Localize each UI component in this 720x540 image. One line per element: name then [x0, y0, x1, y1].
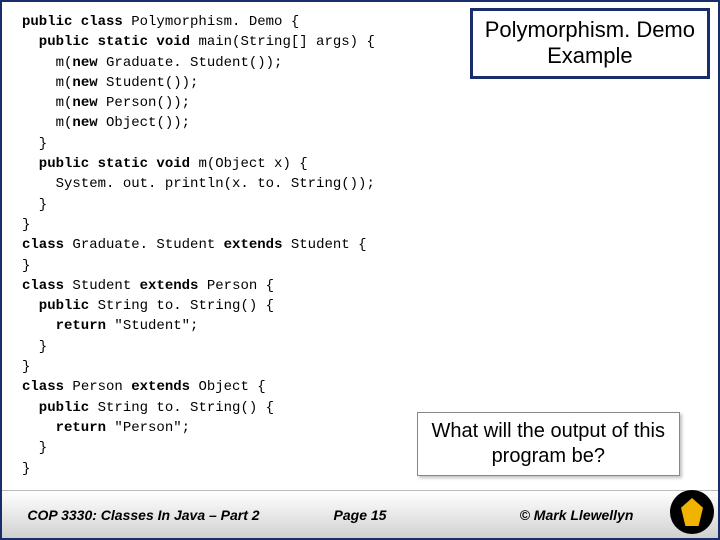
pegasus-icon	[681, 498, 703, 526]
question-box: What will the output of this program be?	[417, 412, 680, 476]
code-text: "Student";	[114, 318, 198, 334]
code-text: Graduate. Student());	[106, 55, 282, 71]
code-text: String to. String() {	[98, 298, 274, 314]
code-text: }	[22, 339, 47, 355]
code-text: Object {	[198, 379, 265, 395]
code-text: Student	[72, 278, 139, 294]
code-text: }	[22, 461, 30, 477]
code-text: System. out. println(x. to. String());	[22, 176, 375, 192]
code-text: Student {	[291, 237, 367, 253]
code-text: m(	[22, 55, 72, 71]
code-kw: return	[22, 318, 114, 334]
code-kw: public	[22, 400, 98, 416]
code-text: String to. String() {	[98, 400, 274, 416]
slide: public class Polymorphism. Demo { public…	[0, 0, 720, 540]
code-text: Person	[72, 379, 131, 395]
code-kw: class	[22, 237, 72, 253]
code-text: "Person";	[114, 420, 190, 436]
code-text: }	[22, 197, 47, 213]
code-kw: new	[72, 115, 106, 131]
code-kw: new	[72, 75, 106, 91]
code-kw: public	[22, 298, 98, 314]
code-text: Object());	[106, 115, 190, 131]
code-text: Graduate. Student	[72, 237, 223, 253]
footer-bar: COP 3330: Classes In Java – Part 2 Page …	[2, 490, 718, 538]
code-kw: new	[72, 55, 106, 71]
code-text: }	[22, 136, 47, 152]
title-line2: Example	[485, 43, 695, 69]
code-text: m(	[22, 75, 72, 91]
question-line2: program be?	[432, 444, 665, 469]
code-text: }	[22, 217, 30, 233]
code-kw: class	[22, 379, 72, 395]
footer-page: Page 15	[285, 507, 435, 523]
code-text: }	[22, 258, 30, 274]
code-text: m(	[22, 115, 72, 131]
code-kw: extends	[131, 379, 198, 395]
footer-course: COP 3330: Classes In Java – Part 2	[2, 507, 285, 523]
title-line1: Polymorphism. Demo	[485, 17, 695, 43]
code-kw: public static void	[22, 156, 198, 172]
question-line1: What will the output of this	[432, 419, 665, 444]
ucf-logo-icon	[670, 490, 714, 534]
code-kw: extends	[224, 237, 291, 253]
code-text: main(String[] args) {	[198, 34, 374, 50]
code-block: public class Polymorphism. Demo { public…	[22, 12, 375, 479]
code-text: }	[22, 440, 47, 456]
code-kw: public static void	[22, 34, 198, 50]
code-kw: class	[22, 278, 72, 294]
code-text: m(	[22, 95, 72, 111]
code-text: Polymorphism. Demo {	[131, 14, 299, 30]
code-text: m(Object x) {	[198, 156, 307, 172]
code-kw: public class	[22, 14, 131, 30]
code-text: Student());	[106, 75, 198, 91]
code-text: Person());	[106, 95, 190, 111]
code-kw: new	[72, 95, 106, 111]
code-text: }	[22, 359, 30, 375]
code-text: Person {	[207, 278, 274, 294]
code-kw: extends	[140, 278, 207, 294]
title-box: Polymorphism. Demo Example	[470, 8, 710, 79]
code-kw: return	[22, 420, 114, 436]
